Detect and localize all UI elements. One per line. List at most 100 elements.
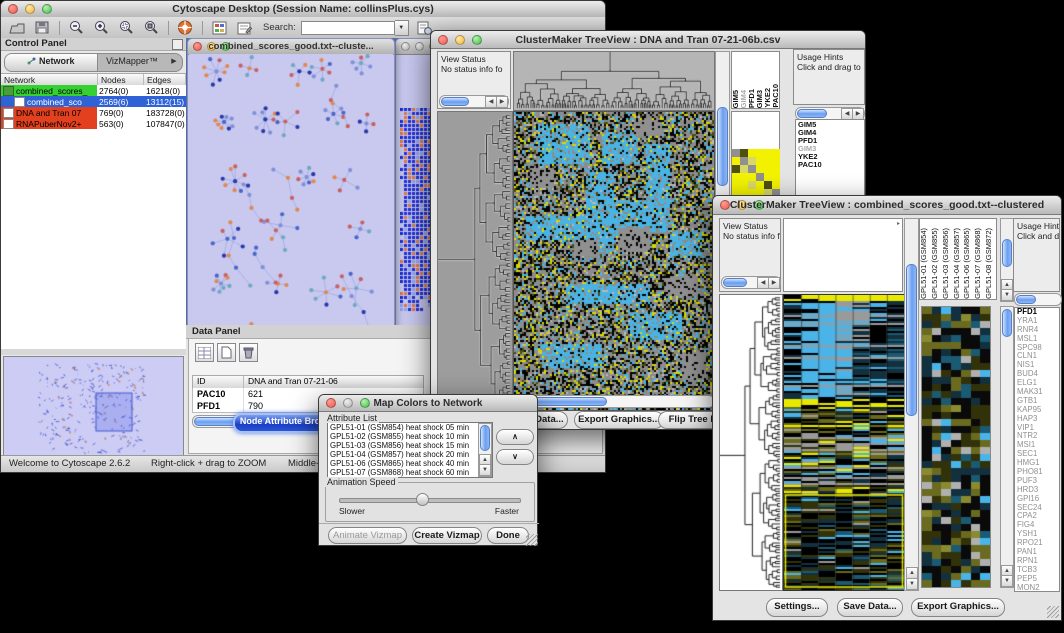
matrix-cell	[756, 173, 764, 181]
create-vizmap-button[interactable]: Create Vizmap	[412, 527, 482, 544]
delete-attribute-icon[interactable]	[239, 343, 258, 362]
frame-titlebar[interactable]: combined_scores_good.txt--cluste...	[188, 39, 394, 55]
settings-button[interactable]: Settings...	[766, 598, 828, 617]
tab-network[interactable]: Network	[5, 54, 98, 71]
scroll-right-icon[interactable]: ▶	[768, 277, 780, 289]
scrollbar-thumb[interactable]	[1002, 239, 1012, 267]
scroll-down-icon[interactable]: ▼	[1001, 289, 1013, 301]
network-list-item[interactable]: RNAPuberNov2+563(0)107847(0)	[1, 118, 186, 129]
attribute-list[interactable]: GPL51-01 (GSM854) heat shock 05 minGPL51…	[327, 422, 493, 478]
usage-hscrollbar[interactable]	[1014, 293, 1062, 306]
edit-sheet-icon[interactable]	[235, 20, 253, 36]
tv1-titlebar[interactable]: ClusterMaker TreeView : DNA and Tran 07-…	[431, 31, 865, 49]
select-attributes-icon[interactable]	[195, 343, 214, 362]
float-panel-icon[interactable]	[172, 39, 183, 50]
save-data-button[interactable]: Save Data...	[837, 598, 903, 617]
resize-grip[interactable]	[1047, 606, 1059, 618]
heatmap-main[interactable]	[783, 294, 905, 591]
heatmap-vscrollbar[interactable]: ▲ ▼	[904, 218, 919, 591]
close-icon[interactable]	[401, 42, 410, 51]
main-titlebar[interactable]: Cytoscape Desktop (Session Name: collins…	[1, 1, 605, 18]
scroll-down-icon[interactable]: ▼	[906, 578, 918, 590]
network-view-frame[interactable]: combined_scores_good.txt--cluste...	[187, 38, 395, 364]
attribute-list-item[interactable]: GPL51-03 (GSM856) heat shock 15 min	[328, 441, 492, 450]
open-file-icon[interactable]	[8, 20, 26, 36]
scrollbar-thumb[interactable]	[1002, 309, 1012, 337]
attribute-list-item[interactable]: GPL51-04 (GSM857) heat shock 20 min	[328, 450, 492, 459]
row-dendrogram[interactable]	[437, 111, 513, 411]
heatmap-zoomed[interactable]	[921, 306, 991, 588]
view-status-hscrollbar[interactable]: ◀ ▶	[439, 95, 509, 108]
gene-list[interactable]: PFD1YRA1RNR4MSL1SPC98CLN1NIS1BUD4ELG1MAK…	[1014, 307, 1060, 592]
attribute-list-vscrollbar[interactable]: ▲ ▼	[478, 423, 492, 477]
attribute-list-item[interactable]: GPL51-06 (GSM865) heat shock 40 min	[328, 459, 492, 468]
search-combo: ▼	[301, 20, 409, 36]
panel-splitter[interactable]	[1, 349, 186, 355]
window-title: ClusterMaker TreeView : combined_scores_…	[713, 199, 1061, 211]
scroll-down-icon[interactable]: ▼	[479, 464, 491, 476]
scrollbar-thumb[interactable]	[529, 397, 607, 406]
save-icon[interactable]	[33, 20, 51, 36]
zoom-vscrollbar[interactable]: ▲ ▼	[1000, 306, 1014, 588]
network-nodes: 769(0)	[97, 108, 144, 118]
search-input[interactable]	[301, 21, 395, 35]
move-up-button[interactable]: ∧	[496, 429, 534, 445]
network-canvas[interactable]	[189, 54, 393, 362]
matrix-cell	[732, 149, 740, 157]
scroll-right-icon[interactable]: ▶	[496, 96, 508, 108]
scrollbar-thumb[interactable]	[906, 264, 917, 416]
scrollbar-thumb[interactable]	[717, 107, 728, 186]
zoom-selected-icon[interactable]	[117, 20, 135, 36]
resize-grip[interactable]	[526, 534, 538, 546]
scrollbar-thumb[interactable]	[441, 97, 469, 106]
scrollbar-thumb[interactable]	[480, 425, 490, 451]
zoom-in-icon[interactable]	[92, 20, 110, 36]
heatmap-main[interactable]	[513, 111, 715, 411]
speed-slider[interactable]	[339, 498, 521, 503]
heatmap-hscrollbar[interactable]	[513, 395, 715, 408]
row-dendrogram[interactable]	[719, 294, 783, 591]
dialog-titlebar[interactable]: Map Colors to Network	[319, 395, 537, 412]
attribute-list-item[interactable]: GPL51-07 (GSM868) heat shock 60 min	[328, 468, 492, 477]
export-graphics-button[interactable]: Export Graphics...	[574, 411, 664, 429]
zoom-out-icon[interactable]	[67, 20, 85, 36]
summary-heatmap[interactable]	[732, 149, 780, 197]
tv2-titlebar[interactable]: ClusterMaker TreeView : combined_scores_…	[713, 196, 1061, 215]
scrollbar-thumb[interactable]	[797, 109, 827, 118]
network-nodes: 2569(6)	[97, 97, 144, 107]
scrollbar-thumb[interactable]	[723, 278, 747, 287]
minimize-icon[interactable]	[415, 42, 424, 51]
view-status-hscrollbar[interactable]: ◀ ▶	[721, 276, 781, 289]
matrix-cell	[740, 165, 748, 173]
slower-label: Slower	[339, 506, 365, 516]
column-labels-vscrollbar[interactable]: ▲ ▼	[1000, 218, 1014, 302]
attribute-list-item[interactable]: GPL51-01 (GSM854) heat shock 05 min	[328, 423, 492, 432]
done-button[interactable]: Done	[487, 527, 529, 544]
treeview-window-combined: ClusterMaker TreeView : combined_scores_…	[712, 195, 1062, 621]
network-list-item[interactable]: DNA and Tran 07769(0)183728(0)	[1, 107, 186, 118]
attribute-browser-icon[interactable]	[210, 20, 228, 36]
export-graphics-button[interactable]: Export Graphics...	[911, 598, 1005, 617]
matrix-cell	[764, 181, 772, 189]
search-dropdown-icon[interactable]: ▼	[395, 20, 409, 36]
network-overview[interactable]	[3, 356, 184, 462]
tabs-overflow-icon[interactable]: ▶	[166, 54, 182, 71]
network-canvas-dense-grid[interactable]	[400, 108, 432, 312]
network-name-cell: combined_scores_	[1, 85, 97, 96]
frame-title: combined_scores_good.txt--cluste...	[188, 41, 394, 52]
new-attribute-icon[interactable]	[217, 343, 236, 362]
scrollbar-thumb[interactable]	[1016, 295, 1036, 304]
network-list-item[interactable]: combined_sco2569(6)13112(15)	[1, 96, 186, 107]
help-lifesaver-icon[interactable]	[176, 20, 194, 36]
network-list-item[interactable]: combined_scores_2764(0)16218(0)	[1, 85, 186, 96]
attribute-list-item[interactable]: GPL51-02 (GSM855) heat shock 10 min	[328, 432, 492, 441]
zoom-fit-icon[interactable]	[142, 20, 160, 36]
tab-vizmapper[interactable]: VizMapper™	[98, 54, 166, 71]
column-dendrogram[interactable]	[513, 51, 715, 111]
folder-icon	[3, 86, 14, 96]
gene-label[interactable]: MON2	[1017, 584, 1059, 592]
animate-vizmap-button[interactable]: Animate Vizmap	[328, 527, 407, 544]
speed-slider-thumb[interactable]	[416, 493, 429, 506]
move-down-button[interactable]: ∨	[496, 449, 534, 465]
scroll-down-icon[interactable]: ▼	[1001, 575, 1013, 587]
